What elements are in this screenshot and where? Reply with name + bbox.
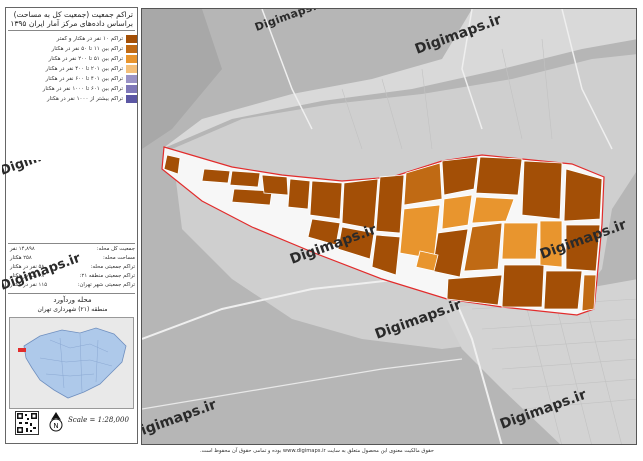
map-svg: Digimaps.ir Digimaps.ir Digimaps.ir Digi…	[142, 9, 636, 444]
legend-item: تراکم بیشتر از ۱۰۰۰ نفر در هکتار	[10, 94, 137, 103]
block	[229, 170, 261, 188]
block	[415, 250, 439, 272]
watermark: Digimaps.ir	[2, 251, 83, 294]
block	[521, 160, 563, 220]
legend-item: تراکم بین ۶۰۱ تا ۱۰۰۰ نفر در هکتار	[10, 84, 137, 93]
legend-swatch	[126, 34, 137, 43]
map-title: تراکم جمعیت (جمعیت کل به مساحت) براساس د…	[8, 10, 133, 28]
block	[201, 168, 231, 184]
map-title-line-1: تراکم جمعیت (جمعیت کل به مساحت)	[13, 10, 133, 19]
legend-label: تراکم بین ۲۰۱ تا ۴۰۰ نفر در هکتار	[45, 65, 123, 72]
legend-item: تراکم بین ۵۱ تا ۲۰۰ نفر در هکتار	[10, 54, 137, 63]
legend-label: تراکم بین ۱۱ تا ۵۰ نفر در هکتار	[51, 45, 123, 52]
legend-swatch	[126, 84, 137, 93]
watermark: Digimaps.ir	[2, 160, 83, 179]
legend-label: تراکم بیشتر از ۱۰۰۰ نفر در هکتار	[46, 95, 123, 102]
legend-label: تراکم بین ۶۰۱ تا ۱۰۰۰ نفر در هکتار	[42, 85, 123, 92]
legend-swatch	[126, 74, 137, 83]
legend-label: تراکم بین ۴۰۱ تا ۶۰۰ نفر در هکتار	[45, 75, 123, 82]
left-watermarks: Digimaps.ir Digimaps.ir	[2, 160, 83, 294]
map-canvas: Digimaps.ir Digimaps.ir Digimaps.ir Digi…	[141, 8, 637, 445]
legend-swatch	[126, 94, 137, 103]
block	[581, 274, 597, 312]
legend-item: تراکم بین ۴۰۱ تا ۶۰۰ نفر در هکتار	[10, 74, 137, 83]
legend-item: تراکم بین ۱۱ تا ۵۰ نفر در هکتار	[10, 44, 137, 53]
legend-swatch	[126, 54, 137, 63]
block	[375, 174, 405, 234]
legend-item: تراکم بین ۲۰۱ تا ۴۰۰ نفر در هکتار	[10, 64, 137, 73]
block	[501, 264, 545, 308]
map-title-line-2: براساس داده‌های مرکز آمار ایران ۱۳۹۵	[10, 19, 133, 28]
block	[287, 178, 311, 210]
block	[501, 222, 539, 260]
block	[309, 180, 343, 220]
legend-swatch	[126, 64, 137, 73]
legend-swatch	[126, 44, 137, 53]
block	[441, 194, 473, 230]
legend-item: تراکم ۱۰ نفر در هکتار و کمتر	[10, 34, 137, 43]
block	[475, 156, 523, 196]
divider	[8, 30, 135, 31]
map-sheet: تراکم جمعیت (جمعیت کل به مساحت) براساس د…	[0, 0, 643, 461]
legend-label: تراکم بین ۵۱ تا ۲۰۰ نفر در هکتار	[48, 55, 123, 62]
block	[543, 270, 583, 310]
block	[441, 156, 479, 196]
legend-label: تراکم ۱۰ نفر در هکتار و کمتر	[56, 35, 123, 42]
copyright-notice: حقوق مالکیت معنوی این محصول متعلق به سای…	[200, 448, 434, 454]
block	[261, 174, 289, 196]
